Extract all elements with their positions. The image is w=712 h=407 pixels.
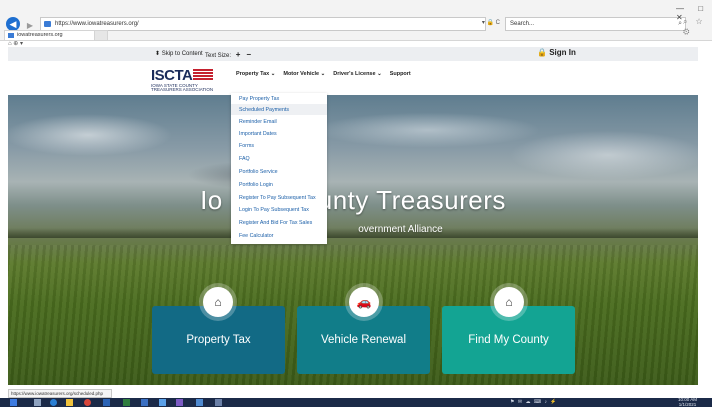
site-header — [8, 61, 698, 95]
browser-tab[interactable]: iowatreasurers.org × — [4, 30, 106, 40]
nav-drivers-license[interactable]: Driver's License ⌄ — [333, 71, 381, 77]
logo-acronym: ISCTA — [151, 67, 193, 84]
dropdown-item-important-dates[interactable]: Important Dates — [239, 131, 277, 137]
home-icon: ⌂ — [203, 287, 233, 317]
skip-label: Skip to Content — [161, 51, 203, 57]
teams-icon[interactable] — [176, 399, 183, 406]
sign-in-link[interactable]: 🔒 Sign In — [537, 48, 576, 57]
chevron-down-icon: ⌄ — [377, 71, 382, 77]
back-arrow-icon[interactable]: ◀ — [6, 17, 20, 31]
chrome-icon[interactable] — [84, 399, 91, 406]
status-bar-url: https://www.iowatreasurers.org/scheduled… — [8, 389, 112, 398]
hero-title-left: Io — [200, 185, 223, 215]
chevron-down-icon: ⌄ — [320, 71, 326, 77]
dropdown-item-fee-calculator[interactable]: Fee Calculator — [239, 233, 273, 239]
dropdown-item-tax-sales[interactable]: Register And Bid For Tax Sales — [239, 220, 312, 226]
chevron-down-icon: ⌄ — [270, 71, 276, 77]
dropdown-item-portfolio-login[interactable]: Portfolio Login — [239, 182, 273, 188]
dropdown-item-login-subsequent-tax[interactable]: Login To Pay Subsequent Tax — [239, 207, 309, 213]
dropdown-item-reminder-email[interactable]: Reminder Email — [239, 119, 277, 125]
tab-title: iowatreasurers.org — [17, 32, 63, 38]
edge-browser-icon[interactable] — [50, 399, 57, 406]
address-bar[interactable]: https://www.iowatreasurers.org/ — [40, 17, 486, 31]
nav-motor-vehicle-label: Motor Vehicle — [283, 71, 320, 77]
dropdown-item-forms[interactable]: Forms — [239, 143, 254, 149]
sign-in-label: Sign In — [549, 48, 576, 57]
excel-icon[interactable] — [123, 399, 130, 406]
outlook-icon[interactable] — [141, 399, 148, 406]
address-url: https://www.iowatreasurers.org/ — [55, 21, 139, 27]
car-icon: 🚗 — [349, 287, 379, 317]
nav-property-tax-label: Property Tax — [236, 71, 270, 77]
clock-date: 1/1/2021 — [678, 401, 697, 407]
nav-motor-vehicle[interactable]: Motor Vehicle ⌄ — [283, 71, 325, 77]
home-icon: ⌂ — [494, 287, 524, 317]
nav-drivers-license-label: Driver's License — [333, 71, 376, 77]
nav-property-tax[interactable]: Property Tax ⌄ — [236, 71, 275, 77]
dropdown-item-scheduled-payments[interactable]: Scheduled Payments — [239, 107, 289, 113]
text-size-increase-button[interactable]: + — [236, 50, 241, 59]
site-favicon-icon — [44, 21, 51, 27]
ie-icon[interactable] — [159, 399, 166, 406]
system-tray[interactable]: ⚑ ✉ ☁ ⌨ ♪ ⚡ — [510, 398, 558, 407]
search-icon[interactable] — [34, 399, 41, 406]
tile-label: Find My County — [468, 334, 549, 346]
browser-search-input[interactable]: Search... ⌕ — [505, 17, 686, 31]
hero-title: Io unty Treasurers — [8, 185, 698, 216]
hero-title-right: unty Treasurers — [317, 185, 506, 215]
dropdown-item-pay-property-tax[interactable]: Pay Property Tax — [239, 96, 279, 102]
text-size-control: Text Size: + − — [205, 50, 254, 59]
app-icon[interactable] — [196, 399, 203, 406]
nav-support[interactable]: Support — [390, 71, 411, 77]
hero-subtitle: overnment Alliance — [8, 224, 698, 235]
favorites-bar-icons[interactable]: ⌂ ⊕ ▾ — [8, 40, 23, 47]
file-explorer-icon[interactable] — [66, 399, 73, 406]
hero-subtitle-text: overnment Alliance — [358, 224, 443, 235]
skip-arrow-icon: ⬍ — [155, 51, 161, 57]
tile-label: Vehicle Renewal — [320, 334, 407, 346]
taskbar-clock[interactable]: 10:00 AM 1/1/2021 — [678, 397, 697, 407]
search-placeholder: Search... — [510, 21, 535, 27]
tile-label: Property Tax — [186, 334, 251, 346]
flag-icon — [193, 69, 214, 80]
start-windows-icon[interactable] — [10, 399, 17, 406]
skip-to-content-link[interactable]: ⬍ Skip to Content — [155, 50, 203, 57]
iscta-logo[interactable]: ISCTA IOWA STATE COUNTY TREASURERS ASSOC… — [151, 67, 214, 92]
main-nav: Property Tax ⌄ Motor Vehicle ⌄ Driver's … — [236, 71, 411, 77]
word-icon[interactable] — [103, 399, 110, 406]
dropdown-item-portfolio-service[interactable]: Portfolio Service — [239, 169, 278, 175]
new-tab-button[interactable] — [94, 30, 108, 41]
address-tools[interactable]: ▾ 🔒 C — [470, 17, 504, 29]
dropdown-item-faq[interactable]: FAQ — [239, 156, 250, 162]
app-icon[interactable] — [215, 399, 222, 406]
text-size-label: Text Size: — [205, 53, 232, 59]
tab-favicon-icon — [8, 33, 14, 38]
logo-tagline-2: TREASURERS ASSOCIATION — [151, 87, 214, 92]
text-size-decrease-button[interactable]: − — [246, 50, 251, 59]
site-top-bar — [8, 47, 698, 61]
dropdown-item-register-subsequent-tax[interactable]: Register To Pay Subsequent Tax — [239, 195, 316, 201]
toolbar-icons[interactable]: ⌕ ☆ ⚙ — [683, 17, 712, 37]
property-tax-dropdown: Pay Property Tax Scheduled Payments Remi… — [231, 93, 327, 244]
lock-icon: 🔒 — [537, 48, 547, 57]
